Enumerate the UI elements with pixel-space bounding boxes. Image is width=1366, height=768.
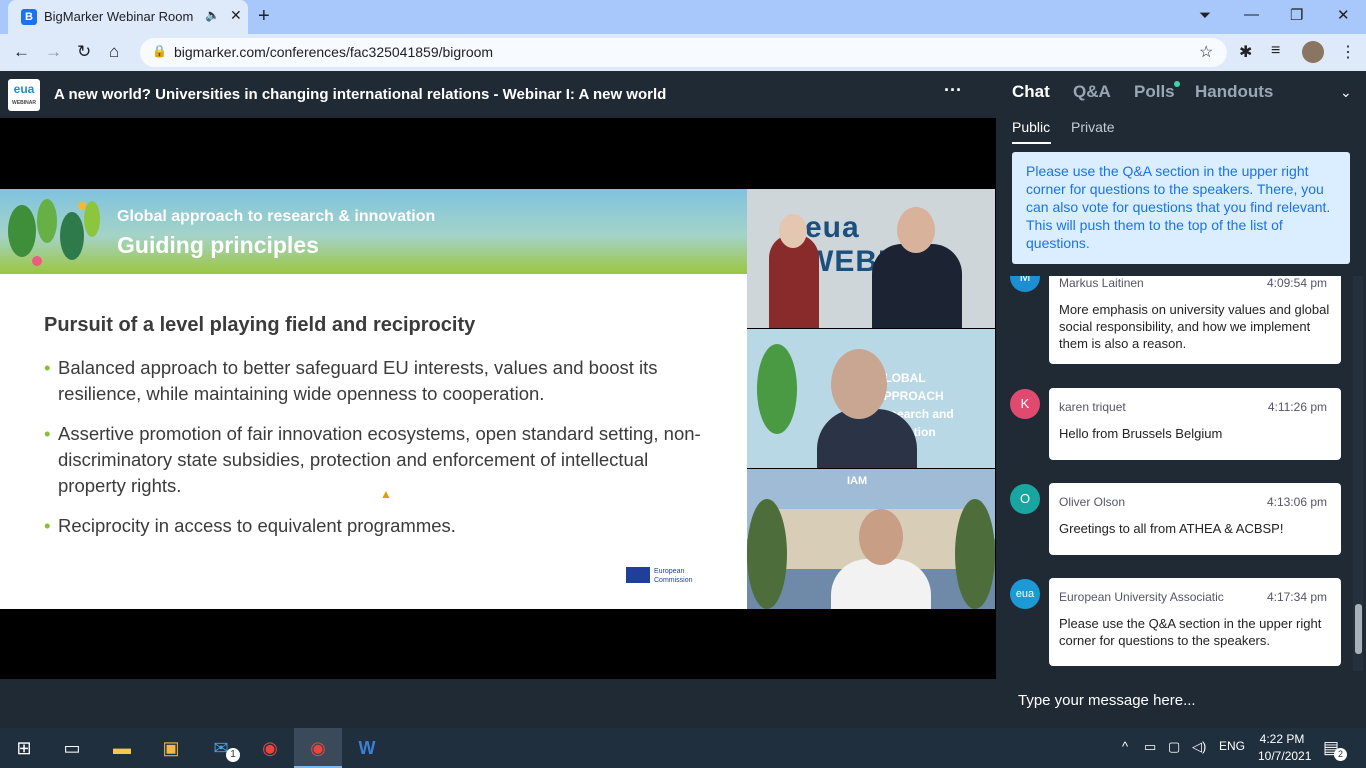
tab-handouts[interactable]: Handouts xyxy=(1195,82,1273,102)
taskbar-clock[interactable]: 4:22 PM 10/7/2021 xyxy=(1258,731,1312,765)
webinar-title: A new world? Universities in changing in… xyxy=(54,86,667,103)
pinned-notice: Please use the Q&A section in the upper … xyxy=(1012,152,1350,264)
slide-banner xyxy=(0,189,747,274)
restore-button[interactable]: ❐ xyxy=(1290,6,1303,24)
mouse-cursor-icon: ▲ xyxy=(380,487,392,501)
logo-text: eua xyxy=(13,82,35,96)
volume-icon[interactable]: ◁) xyxy=(1192,739,1206,755)
chrome-active-icon[interactable]: ◉ xyxy=(294,728,342,768)
profile-avatar[interactable] xyxy=(1302,41,1324,63)
tab-polls[interactable]: Polls xyxy=(1134,82,1175,102)
chat-message: Markus Laitinen 4:09:54 pm More emphasis… xyxy=(1049,276,1341,364)
speaker-muted-icon[interactable]: 🔈 xyxy=(205,8,220,22)
store-icon[interactable]: ▣ xyxy=(147,728,195,768)
active-subtab-underline xyxy=(1012,142,1051,144)
stage-footer xyxy=(0,679,996,728)
chrome-icon[interactable]: ◉ xyxy=(246,728,294,768)
speaker-video-2[interactable]: GLOBAL APPROACH Research and Innovation xyxy=(747,329,995,468)
browser-tab[interactable]: B BigMarker Webinar Room 🔈 ✕ xyxy=(8,0,248,34)
ec-logo-text: European Commission xyxy=(654,568,693,584)
message-time: 4:11:26 pm xyxy=(1267,400,1327,414)
chat-scrollbar-thumb[interactable] xyxy=(1355,604,1362,654)
mail-icon[interactable]: ✉ xyxy=(197,728,245,768)
cam3-logo-text: IAM xyxy=(847,475,868,487)
bookmark-star-icon[interactable]: ☆ xyxy=(1199,42,1213,62)
message-body: Hello from Brussels Belgium xyxy=(1059,426,1223,441)
language-indicator[interactable]: ENG xyxy=(1219,739,1245,753)
mail-badge: 1 xyxy=(226,748,240,762)
url-text[interactable]: bigmarker.com/conferences/fac325041859/b… xyxy=(174,44,493,60)
media-control-icon[interactable]: ≡ xyxy=(1271,42,1280,60)
chat-message-input[interactable]: Type your message here... xyxy=(1018,692,1196,709)
message-time: 4:13:06 pm xyxy=(1266,495,1327,509)
message-author: Markus Laitinen xyxy=(1059,276,1144,290)
task-view-icon[interactable]: ▭ xyxy=(48,728,96,768)
avatar: K xyxy=(1010,389,1040,419)
subtab-public[interactable]: Public xyxy=(1012,119,1050,135)
chrome-profile-menu-icon[interactable]: ⏷ xyxy=(1199,7,1211,24)
file-explorer-icon[interactable]: ▬ xyxy=(98,728,146,768)
message-time: 4:09:54 pm xyxy=(1266,276,1327,290)
slide-title: Guiding principles xyxy=(117,232,319,258)
clock-time: 4:22 PM xyxy=(1259,732,1305,746)
avatar: M xyxy=(1010,276,1040,292)
tab-chat[interactable]: Chat xyxy=(1012,82,1050,102)
tab-close-icon[interactable]: ✕ xyxy=(230,7,242,24)
message-body: Please use the Q&A section in the upper … xyxy=(1059,616,1322,648)
reload-icon[interactable]: ↻ xyxy=(77,42,91,62)
tab-qa[interactable]: Q&A xyxy=(1073,82,1111,102)
european-commission-logo: European Commission xyxy=(614,561,720,589)
extensions-icon[interactable]: ✱ xyxy=(1239,42,1252,62)
message-body: Greetings to all from ATHEA & ACBSP! xyxy=(1059,521,1284,536)
speaker-video-3[interactable]: IAM xyxy=(747,469,995,609)
home-icon[interactable]: ⌂ xyxy=(109,42,119,62)
new-tab-button[interactable]: + xyxy=(258,5,270,28)
message-author: karen triquet xyxy=(1059,400,1126,414)
speaker-video-1[interactable]: eua WEBINA xyxy=(747,189,995,328)
avatar: O xyxy=(1010,484,1040,514)
forward-icon[interactable]: → xyxy=(45,42,62,62)
chat-message: karen triquet 4:11:26 pm Hello from Brus… xyxy=(1049,388,1341,460)
windows-start-icon[interactable]: ⊞ xyxy=(0,728,48,768)
chevron-down-icon[interactable]: ⌄ xyxy=(1340,84,1352,101)
chat-message-list[interactable]: M Markus Laitinen 4:09:54 pm More emphas… xyxy=(1006,276,1351,671)
chrome-menu-icon[interactable]: ⋮ xyxy=(1340,42,1356,62)
message-author: European University Associatic xyxy=(1059,590,1224,604)
polls-indicator-dot xyxy=(1174,81,1180,87)
chat-message: European University Associatic 4:17:34 p… xyxy=(1049,578,1341,666)
more-options-button[interactable]: ··· xyxy=(944,80,962,101)
message-author: Oliver Olson xyxy=(1059,495,1126,509)
message-time: 4:17:34 pm xyxy=(1266,590,1327,604)
battery-icon[interactable]: ▭ xyxy=(1144,739,1156,755)
clock-date: 10/7/2021 xyxy=(1258,749,1312,763)
logo-subtext: WEBINAR xyxy=(12,100,36,106)
leaves-illustration xyxy=(8,199,100,266)
bigmarker-favicon: B xyxy=(21,9,37,25)
notification-badge: 2 xyxy=(1334,748,1347,761)
slide-subtitle: Global approach to research & innovation xyxy=(117,208,436,225)
subtab-private[interactable]: Private xyxy=(1071,119,1115,135)
back-icon[interactable]: ← xyxy=(13,42,30,62)
slide-heading: Pursuit of a level playing field and rec… xyxy=(44,314,476,336)
chat-message: Oliver Olson 4:13:06 pm Greetings to all… xyxy=(1049,483,1341,555)
word-icon[interactable]: W xyxy=(343,728,391,768)
presentation-slide: Global approach to research & innovation… xyxy=(0,189,747,609)
show-hidden-icons[interactable]: ^ xyxy=(1122,739,1128,754)
network-icon[interactable]: ▢ xyxy=(1168,739,1180,755)
message-body: More emphasis on university values and g… xyxy=(1059,302,1330,351)
eua-logo: eua WEBINAR xyxy=(8,79,40,111)
lock-icon[interactable]: 🔒 xyxy=(152,44,167,58)
bullet-text: Reciprocity in access to equivalent prog… xyxy=(58,515,456,536)
close-window-button[interactable]: ✕ xyxy=(1337,6,1350,24)
avatar: eua xyxy=(1010,579,1040,609)
tab-title: BigMarker Webinar Room xyxy=(44,9,194,24)
bullet-text: Balanced approach to better safeguard EU… xyxy=(58,357,658,404)
minimize-button[interactable]: — xyxy=(1244,6,1259,23)
